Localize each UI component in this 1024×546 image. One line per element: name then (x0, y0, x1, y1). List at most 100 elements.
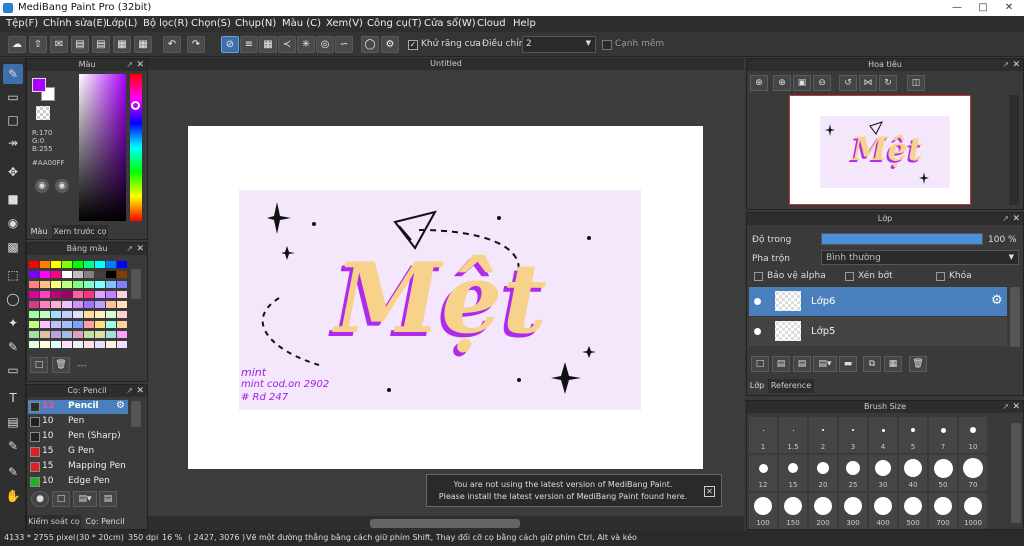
new-layer-alt-icon[interactable]: ▤ (772, 356, 790, 372)
palette-swatch[interactable] (29, 261, 39, 268)
brush-size-cell[interactable]: 1 (749, 417, 777, 453)
palette-swatch[interactable] (106, 311, 116, 318)
close-icon[interactable]: ✕ (704, 486, 715, 497)
palette-swatch[interactable] (117, 321, 127, 328)
brush-size-cell[interactable]: 100 (749, 493, 777, 529)
brush-size-cell[interactable]: 5 (899, 417, 927, 453)
palette-swatch[interactable] (106, 271, 116, 278)
select-pen-tool-icon[interactable]: ✎ (3, 337, 23, 357)
brush-size-cell[interactable]: 30 (869, 455, 897, 491)
palette-swatch[interactable] (62, 331, 72, 338)
palette-swatch[interactable] (51, 291, 61, 298)
brush-size-cell[interactable]: 1000 (959, 493, 987, 529)
new-layer-icon[interactable]: □ (751, 356, 769, 372)
trash-icon[interactable]: 🗑 (909, 356, 927, 372)
palette-swatch[interactable] (95, 281, 105, 288)
menu-edit[interactable]: Chỉnh sửa(E) (43, 18, 107, 29)
minimize-button[interactable]: — (944, 0, 970, 16)
fill-rect-tool-icon[interactable]: ■ (3, 189, 23, 209)
layer-row[interactable]: Lớp5 (749, 317, 1007, 346)
palette-swatch[interactable] (106, 281, 116, 288)
layer-scrollbar[interactable] (1010, 287, 1020, 347)
palette-swatch[interactable] (51, 271, 61, 278)
add-brush-icon[interactable]: ● (31, 491, 49, 507)
grid-icon[interactable]: ▦ (134, 36, 152, 53)
palette-swatch[interactable] (84, 341, 94, 348)
snap-curve-icon[interactable]: ∽ (335, 36, 353, 53)
palette-swatch-grid[interactable] (29, 261, 129, 353)
float-icon[interactable]: ↗ (1002, 401, 1009, 413)
snap-parallel-icon[interactable]: ≡ (240, 36, 258, 53)
palette-swatch[interactable] (84, 301, 94, 308)
new-palette-icon[interactable]: □ (30, 357, 48, 373)
transparent-color-swatch[interactable] (36, 106, 50, 120)
close-button[interactable]: ✕ (996, 0, 1022, 16)
float-icon[interactable]: ↗ (1002, 213, 1009, 225)
palette-swatch[interactable] (73, 311, 83, 318)
adjust-select[interactable]: 2 ▼ (522, 36, 596, 53)
palette-swatch[interactable] (40, 261, 50, 268)
fit-icon[interactable]: ▣ (793, 75, 811, 91)
palette-swatch[interactable] (95, 311, 105, 318)
palette-swatch[interactable] (117, 291, 127, 298)
redo-icon[interactable]: ↷ (187, 36, 205, 53)
horizontal-scroll-thumb[interactable] (370, 519, 520, 528)
palette-swatch[interactable] (84, 321, 94, 328)
snap-settings-icon[interactable]: ⚙ (381, 36, 399, 53)
select-eraser-tool-icon[interactable]: ▭ (3, 360, 23, 380)
palette-swatch[interactable] (95, 321, 105, 328)
menu-help[interactable]: Help (513, 18, 536, 29)
brush-size-cell[interactable]: 1.5 (779, 417, 807, 453)
bucket-tool-icon[interactable]: ◉ (3, 213, 23, 233)
document-icon[interactable]: ▤ (92, 36, 110, 53)
palette-swatch[interactable] (84, 291, 94, 298)
foreground-color-swatch[interactable] (32, 78, 46, 92)
brush-item[interactable]: 10 Pen (Sharp) (28, 430, 128, 444)
lock-checkbox[interactable] (936, 272, 945, 281)
panels-icon[interactable]: ▦ (113, 36, 131, 53)
visibility-icon[interactable] (754, 298, 761, 305)
divide-tool-icon[interactable]: ▤ (3, 412, 23, 432)
palette-scrollbar[interactable] (131, 269, 141, 299)
palette-swatch[interactable] (29, 311, 39, 318)
brush-size-cell[interactable]: 4 (869, 417, 897, 453)
palette-swatch[interactable] (106, 321, 116, 328)
palette-swatch[interactable] (62, 261, 72, 268)
palette-swatch[interactable] (84, 311, 94, 318)
palette-swatch[interactable] (51, 301, 61, 308)
palette-swatch[interactable] (106, 301, 116, 308)
tab-layer[interactable]: Lớp (747, 379, 767, 393)
menu-capture[interactable]: Chụp(N) (235, 18, 276, 29)
brush-size-cell[interactable]: 50 (929, 455, 957, 491)
rectangle-tool-icon[interactable]: □ (3, 110, 23, 130)
dot-tool-icon[interactable]: ↠ (3, 133, 23, 153)
clipping-checkbox[interactable] (845, 272, 854, 281)
palette-swatch[interactable] (62, 271, 72, 278)
gear-icon[interactable]: ⚙ (991, 293, 1003, 308)
palette-swatch[interactable] (62, 311, 72, 318)
palette-swatch[interactable] (29, 321, 39, 328)
float-icon[interactable]: ↗ (126, 243, 133, 255)
reset-view-icon[interactable]: ⋈ (859, 75, 877, 91)
close-icon[interactable]: ✕ (1012, 59, 1020, 71)
lasso-tool-icon[interactable]: ◯ (3, 289, 23, 309)
brush-size-cell[interactable]: 500 (899, 493, 927, 529)
rotate-right-icon[interactable]: ↻ (879, 75, 897, 91)
eyedropper-tool-icon[interactable]: ✎ (3, 436, 23, 456)
palette-swatch[interactable] (62, 291, 72, 298)
menu-color[interactable]: Màu (C) (282, 18, 321, 29)
hand-tool-icon[interactable]: ✋ (3, 486, 23, 506)
float-icon[interactable]: ↗ (126, 385, 133, 397)
palette-swatch[interactable] (117, 261, 127, 268)
visibility-icon[interactable] (754, 328, 761, 335)
update-notification[interactable]: You are not using the latest version of … (426, 474, 722, 507)
palette-swatch[interactable] (62, 341, 72, 348)
palette-swatch[interactable] (95, 271, 105, 278)
palette-swatch[interactable] (73, 261, 83, 268)
navigator-preview[interactable]: Mệt Mệt (789, 95, 971, 205)
soft-edge-checkbox[interactable] (602, 40, 612, 50)
palette-swatch[interactable] (73, 321, 83, 328)
palette-swatch[interactable] (73, 341, 83, 348)
menu-tools[interactable]: Công cụ(T) (367, 18, 422, 29)
float-icon[interactable]: ↗ (126, 59, 133, 71)
